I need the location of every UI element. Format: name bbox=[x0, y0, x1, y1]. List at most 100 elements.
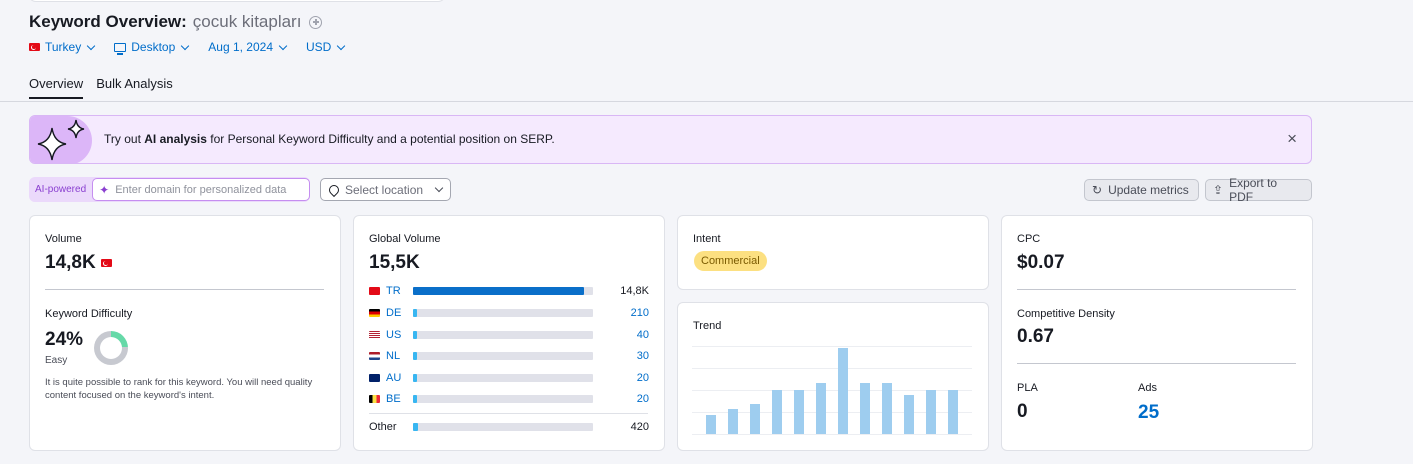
cpc-label: CPC bbox=[1017, 233, 1041, 245]
trend-bar[interactable] bbox=[860, 383, 870, 434]
trend-label: Trend bbox=[693, 320, 722, 332]
turkey-flag-icon bbox=[29, 43, 40, 51]
ads-value[interactable]: 25 bbox=[1138, 402, 1159, 424]
device-filter[interactable]: Desktop bbox=[114, 40, 190, 55]
ads-label: Ads bbox=[1138, 382, 1157, 394]
location-select[interactable]: Select location bbox=[320, 178, 451, 201]
chevron-down-icon bbox=[181, 41, 190, 50]
volume-card: Volume 14,8K Keyword Difficulty 24% Easy… bbox=[29, 215, 341, 451]
volume-value-row: 14,8K bbox=[45, 252, 112, 274]
tab-bulk-analysis[interactable]: Bulk Analysis bbox=[96, 76, 173, 99]
nl-flag-icon bbox=[369, 352, 380, 360]
domain-input-placeholder: Enter domain for personalized data bbox=[115, 183, 287, 196]
close-icon[interactable]: × bbox=[1287, 130, 1297, 148]
trend-bar[interactable] bbox=[706, 415, 716, 434]
trend-bar[interactable] bbox=[948, 390, 958, 434]
country-volume-track bbox=[413, 287, 593, 295]
export-pdf-label: Export to PDF bbox=[1229, 176, 1278, 204]
country-volume-value: 20 bbox=[636, 393, 649, 405]
country-code: AU bbox=[386, 372, 402, 384]
filters-bar: Turkey Desktop Aug 1, 2024 USD bbox=[29, 40, 364, 55]
trend-gridline bbox=[692, 346, 972, 347]
other-countries-value: 420 bbox=[630, 421, 649, 433]
date-filter-label: Aug 1, 2024 bbox=[208, 40, 273, 54]
trend-card: Trend bbox=[677, 302, 989, 451]
ai-analysis-link[interactable]: AI analysis bbox=[144, 132, 207, 146]
trend-bar[interactable] bbox=[926, 390, 936, 434]
country-volume-row[interactable]: AU 20 bbox=[369, 371, 649, 385]
trend-bar[interactable] bbox=[816, 383, 826, 434]
trend-bar[interactable] bbox=[794, 390, 804, 434]
country-code: US bbox=[386, 329, 402, 341]
location-select-placeholder: Select location bbox=[345, 182, 424, 197]
other-countries-row: Other 420 bbox=[369, 420, 649, 434]
country-volume-row[interactable]: US 40 bbox=[369, 328, 649, 342]
cpc-card: CPC $0.07 Competitive Density 0.67 PLA 0… bbox=[1001, 215, 1313, 451]
trend-bar[interactable] bbox=[728, 409, 738, 434]
country-volume-row[interactable]: BE 20 bbox=[369, 392, 649, 406]
device-filter-label: Desktop bbox=[131, 40, 176, 54]
country-volume-row[interactable]: TR 14,8K bbox=[369, 284, 649, 298]
country-volume-track bbox=[413, 352, 593, 360]
update-metrics-label: Update metrics bbox=[1108, 183, 1189, 197]
keyword-difficulty-value: 24% bbox=[45, 329, 84, 350]
keyword-difficulty-description: It is quite possible to rank for this ke… bbox=[45, 377, 313, 401]
trend-bar[interactable] bbox=[904, 395, 914, 434]
turkey-flag-icon bbox=[100, 259, 112, 267]
country-volume-track bbox=[413, 309, 593, 317]
location-pin-icon bbox=[326, 182, 342, 197]
sparkles-icon bbox=[37, 119, 85, 161]
trend-bar[interactable] bbox=[882, 383, 892, 434]
update-metrics-button[interactable]: ↻ Update metrics bbox=[1084, 179, 1199, 201]
country-code: TR bbox=[386, 285, 401, 297]
country-volume-bar bbox=[413, 309, 417, 317]
export-pdf-button[interactable]: ⇪ Export to PDF bbox=[1205, 176, 1312, 204]
card-divider bbox=[45, 289, 324, 290]
page-title-label: Keyword Overview: bbox=[29, 12, 187, 31]
country-volume-track bbox=[413, 395, 593, 403]
country-volume-value: 40 bbox=[636, 329, 649, 341]
banner-text-prefix: Try out bbox=[104, 132, 145, 146]
banner-text: Try out AI analysis for Personal Keyword… bbox=[104, 132, 555, 146]
country-volume-value: 14,8K bbox=[620, 285, 649, 297]
country-filter[interactable]: Turkey bbox=[29, 40, 96, 54]
ai-powered-label: AI-powered bbox=[35, 184, 87, 195]
competitive-density-value: 0.67 bbox=[1017, 326, 1054, 347]
tab-overview[interactable]: Overview bbox=[29, 76, 84, 99]
date-filter[interactable]: Aug 1, 2024 bbox=[208, 40, 288, 54]
trend-gridline bbox=[692, 368, 972, 369]
chevron-down-icon bbox=[278, 41, 288, 50]
tabs-divider bbox=[0, 101, 1413, 102]
sparkle-icon: ✦ bbox=[99, 182, 110, 197]
export-icon: ⇪ bbox=[1213, 183, 1224, 197]
intent-badge: Commercial bbox=[694, 251, 767, 271]
de-flag-icon bbox=[369, 309, 380, 317]
keyword-difficulty-donut bbox=[94, 331, 128, 365]
cpc-value: $0.07 bbox=[1017, 252, 1065, 273]
country-volume-row[interactable]: NL 30 bbox=[369, 349, 649, 363]
volume-value: 14,8K bbox=[45, 252, 96, 273]
trend-bar[interactable] bbox=[772, 390, 782, 434]
currency-filter[interactable]: USD bbox=[306, 40, 346, 54]
desktop-icon bbox=[114, 42, 127, 55]
pla-value: 0 bbox=[1017, 401, 1028, 422]
sparkles-illustration bbox=[30, 116, 92, 163]
domain-input[interactable]: ✦ Enter domain for personalized data bbox=[92, 178, 311, 201]
keyword-difficulty-level: Easy bbox=[45, 355, 68, 366]
intent-card: Intent Commercial bbox=[677, 215, 989, 290]
trend-bar[interactable] bbox=[750, 404, 760, 434]
currency-filter-label: USD bbox=[306, 40, 332, 54]
keyword-difficulty-label: Keyword Difficulty bbox=[45, 308, 133, 320]
add-to-list-icon[interactable] bbox=[309, 15, 323, 29]
chevron-down-icon bbox=[86, 41, 96, 50]
ai-analysis-banner: Try out AI analysis for Personal Keyword… bbox=[29, 115, 1312, 164]
country-volume-row[interactable]: DE 210 bbox=[369, 306, 649, 320]
card-divider bbox=[369, 413, 648, 414]
chevron-down-icon bbox=[434, 183, 444, 193]
country-volume-value: 30 bbox=[636, 350, 649, 362]
country-volume-bar bbox=[413, 287, 584, 295]
other-countries-bar bbox=[413, 423, 418, 431]
trend-bar[interactable] bbox=[838, 348, 848, 434]
country-filter-label: Turkey bbox=[45, 40, 82, 54]
page-title: Keyword Overview: çocuk kitapları bbox=[29, 12, 323, 32]
